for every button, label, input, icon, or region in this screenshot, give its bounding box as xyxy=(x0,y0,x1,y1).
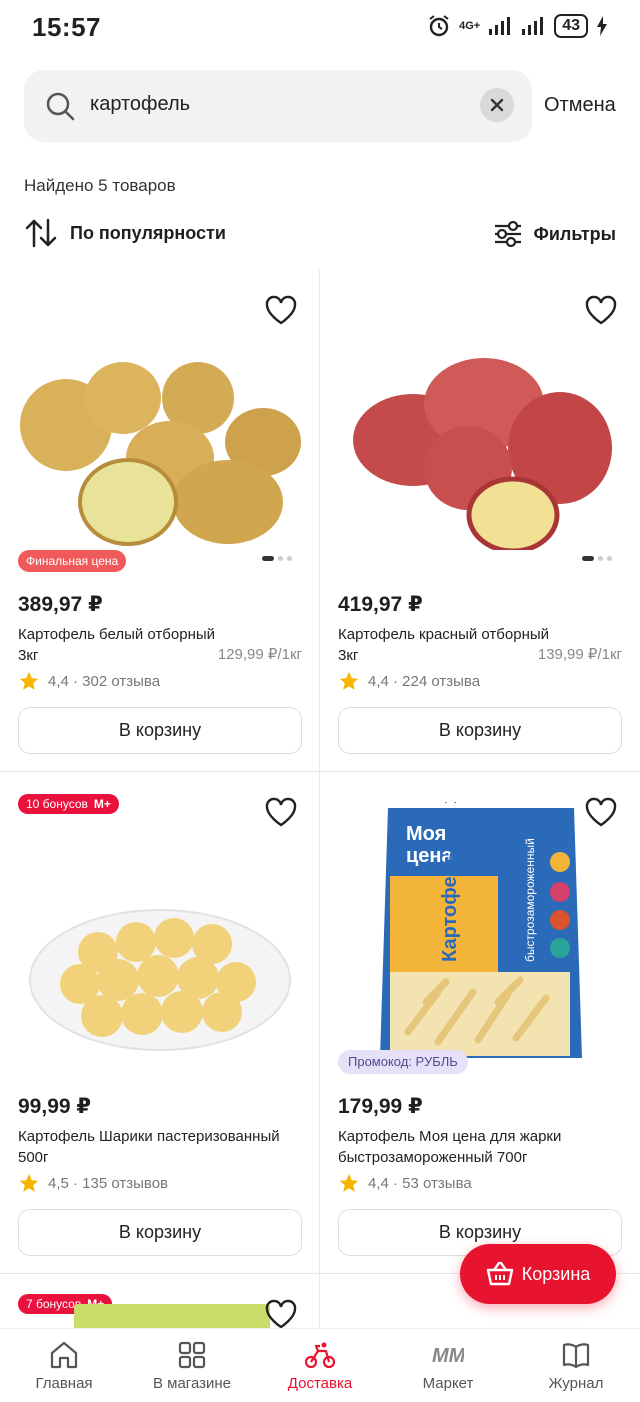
add-to-cart-button[interactable]: В корзину xyxy=(18,707,302,754)
product-weight: 3кг xyxy=(338,647,359,664)
basket-icon xyxy=(486,1261,513,1286)
filters-label: Фильтры xyxy=(533,223,616,244)
image-pager xyxy=(262,556,292,561)
image-pager xyxy=(582,556,612,561)
product-name: Картофель Моя цена для жарки быстрозамор… xyxy=(338,1128,562,1166)
product-card[interactable]: 10 бонусов М+ 99,99 ₽ Картофель Шарики па… xyxy=(0,772,320,1272)
signal-icon-2 xyxy=(522,17,544,35)
cart-label: Корзина xyxy=(521,1263,591,1284)
nav-in-store[interactable]: В магазине xyxy=(128,1329,256,1402)
unit-price: 139,99 ₽/1кг xyxy=(537,646,622,663)
home-icon xyxy=(50,1341,78,1369)
close-icon xyxy=(490,98,504,112)
filters-button[interactable]: Фильтры xyxy=(493,220,616,248)
cart-button[interactable]: Корзина xyxy=(460,1244,616,1304)
bike-icon xyxy=(304,1342,336,1369)
product-rating: 4,4 · 53 отзыва xyxy=(338,1172,472,1194)
status-icons: 4G+ 43 xyxy=(427,14,608,38)
sort-label: По популярности xyxy=(70,222,226,243)
star-icon xyxy=(19,1173,39,1192)
cancel-button[interactable]: Отмена xyxy=(544,94,616,117)
network-type: 4G+ xyxy=(459,20,481,32)
battery-level: 43 xyxy=(554,14,588,38)
bottom-nav: Главная В магазине Доставка MM Маркет Жу… xyxy=(0,1328,640,1402)
product-rating: 4,4 · 302 отзыва xyxy=(18,670,160,692)
sort-button[interactable]: По популярности xyxy=(24,216,226,250)
product-rating: 4,5 · 135 отзывов xyxy=(18,1172,168,1194)
product-image[interactable] xyxy=(338,310,622,550)
product-card[interactable]: Моя цена Картофель для жарки быстрозамор… xyxy=(320,772,640,1272)
nav-journal[interactable]: Журнал xyxy=(512,1329,640,1402)
final-price-badge: Финальная цена xyxy=(18,550,127,572)
product-image[interactable] xyxy=(74,1304,270,1328)
product-image[interactable] xyxy=(18,812,302,1052)
svg-text:MM: MM xyxy=(432,1345,464,1367)
nav-delivery[interactable]: Доставка xyxy=(256,1329,384,1402)
sort-icon xyxy=(25,218,57,248)
unit-price: 129,99 ₽/1кг xyxy=(217,646,302,663)
product-card[interactable]: 419,97 ₽ Картофель красный отборный 3кг 1… xyxy=(320,270,640,770)
product-name: Картофель Шарики пастеризованный 500г xyxy=(18,1128,280,1166)
results-count: Найдено 5 товаров xyxy=(24,176,176,195)
star-icon xyxy=(19,671,39,690)
product-price: 389,97 ₽ xyxy=(18,593,103,616)
nav-home[interactable]: Главная xyxy=(0,1329,128,1402)
product-price: 419,97 ₽ xyxy=(338,593,423,616)
promo-code-badge: Промокод: РУБЛЬ xyxy=(338,1050,468,1074)
signal-icon xyxy=(489,17,511,35)
search-input[interactable]: картофель xyxy=(90,93,190,116)
product-card[interactable]: 7 бонусовМ+ xyxy=(0,1274,320,1328)
nav-market[interactable]: MM Маркет xyxy=(384,1329,512,1402)
star-icon xyxy=(339,1173,359,1192)
product-image[interactable] xyxy=(18,310,302,550)
clear-search-button[interactable] xyxy=(480,88,514,122)
search-bar[interactable]: картофель xyxy=(24,70,532,142)
product-price: 179,99 ₽ xyxy=(338,1095,423,1118)
market-logo-icon: MM xyxy=(432,1345,464,1367)
product-price: 99,99 ₽ xyxy=(18,1095,91,1118)
product-rating: 4,4 · 224 отзыва xyxy=(338,670,480,692)
add-to-cart-button[interactable]: В корзину xyxy=(18,1209,302,1256)
pack-title: Картофель для жарки xyxy=(439,802,461,962)
status-bar: 15:57 4G+ 43 xyxy=(0,0,640,56)
product-image[interactable]: Моя цена Картофель для жарки быстрозамор… xyxy=(338,802,622,1062)
pack-side-text: быстрозамороженный xyxy=(523,838,537,962)
favorite-heart-icon[interactable] xyxy=(264,1298,298,1328)
search-icon xyxy=(46,92,75,121)
alarm-icon xyxy=(429,15,449,37)
product-card[interactable]: Финальная цена 389,97 ₽ Картофель белый … xyxy=(0,270,320,770)
grid-icon xyxy=(178,1341,206,1369)
filters-icon xyxy=(495,220,522,248)
bonus-badge: 10 бонусов М+ xyxy=(18,794,119,814)
product-weight: 3кг xyxy=(18,647,39,664)
add-to-cart-button[interactable]: В корзину xyxy=(338,707,622,754)
charging-icon xyxy=(597,16,607,36)
status-time: 15:57 xyxy=(32,12,101,42)
book-icon xyxy=(562,1343,590,1369)
star-icon xyxy=(339,671,359,690)
